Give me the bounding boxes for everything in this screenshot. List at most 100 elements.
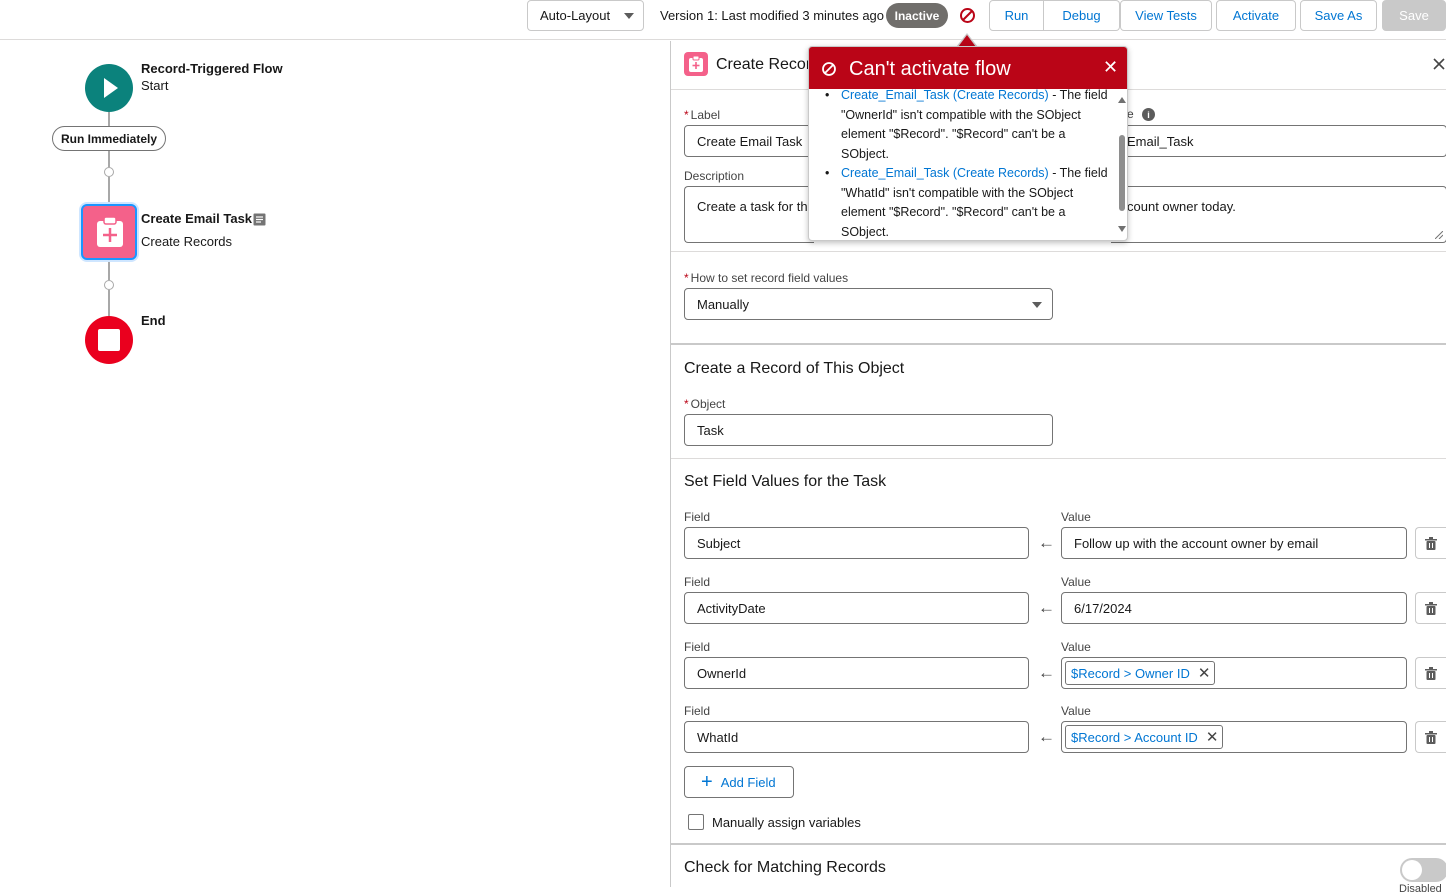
error-element-link[interactable]: Create_Email_Task (Create Records) — [841, 89, 1049, 102]
play-icon — [104, 78, 118, 98]
add-element-point[interactable] — [104, 167, 114, 177]
resource-token[interactable]: $Record > Account ID ✕ — [1065, 725, 1224, 749]
value-input[interactable]: $Record > Account ID ✕ — [1061, 721, 1407, 753]
delete-row-button[interactable] — [1415, 657, 1446, 689]
scroll-up-icon[interactable] — [1118, 97, 1126, 103]
element-node-subtitle: Create Records — [141, 234, 233, 249]
how-to-set-select[interactable]: Manually — [684, 288, 1053, 320]
left-arrow-icon: ← — [1038, 598, 1055, 617]
version-info: Version 1: Last modified 3 minutes ago — [660, 8, 885, 23]
end-node-title: End — [141, 313, 166, 328]
element-node-title: Create Email Task — [141, 211, 253, 226]
matching-section-title: Check for Matching Records — [684, 859, 886, 876]
how-to-set-label: * How to set record field values — [684, 271, 849, 285]
description-label: Description — [684, 169, 745, 183]
create-records-icon — [684, 52, 708, 76]
start-node-title: Record-Triggered Flow — [141, 61, 283, 76]
field-input[interactable]: WhatId — [684, 721, 1029, 753]
error-scrollbar[interactable] — [1115, 91, 1127, 239]
resize-grip-icon[interactable] — [1435, 231, 1443, 239]
panel-title: Create Recor — [716, 56, 812, 73]
chevron-down-icon — [1032, 302, 1042, 308]
connector-line — [108, 112, 110, 126]
chevron-down-icon — [624, 13, 634, 19]
trash-icon — [1425, 731, 1437, 744]
add-element-point[interactable] — [104, 280, 114, 290]
field-input[interactable]: Subject — [684, 527, 1029, 559]
error-popover-header: Can't activate flow ✕ — [809, 47, 1127, 89]
connector-line — [108, 177, 110, 204]
divider — [671, 251, 1446, 252]
error-icon[interactable] — [959, 7, 976, 24]
delete-row-button[interactable] — [1415, 527, 1446, 559]
value-label: Value — [1061, 575, 1091, 589]
delete-row-button[interactable] — [1415, 592, 1446, 624]
activate-button[interactable]: Activate — [1216, 0, 1296, 31]
field-input[interactable]: OwnerId — [684, 657, 1029, 689]
save-as-button[interactable]: Save As — [1300, 0, 1377, 31]
value-input[interactable]: 6/17/2024 — [1061, 592, 1407, 624]
close-icon[interactable] — [1431, 56, 1446, 72]
description-textarea-visible-right[interactable]: count owner today. — [1111, 186, 1446, 243]
value-input[interactable]: $Record > Owner ID ✕ — [1061, 657, 1407, 689]
api-name-label: e — [1127, 107, 1134, 121]
divider — [671, 458, 1446, 459]
description-textarea[interactable]: Create a task for th — [684, 186, 814, 243]
field-input[interactable]: ActivityDate — [684, 592, 1029, 624]
info-icon[interactable]: i — [1142, 108, 1155, 121]
status-badge: Inactive — [886, 3, 948, 28]
scrollbar-thumb[interactable] — [1119, 135, 1125, 211]
object-section-title: Create a Record of This Object — [684, 360, 905, 377]
resource-token-label: $Record > Account ID — [1071, 729, 1198, 745]
delete-row-button[interactable] — [1415, 721, 1446, 753]
toggle-state-label: Disabled — [1399, 883, 1442, 895]
value-input[interactable]: Follow up with the account owner by emai… — [1061, 527, 1407, 559]
layout-select[interactable]: Auto-Layout — [527, 0, 644, 31]
error-icon — [822, 62, 836, 76]
close-icon[interactable]: ✕ — [1103, 57, 1118, 78]
error-item: • Create_Email_Task (Create Records) - T… — [825, 89, 1108, 161]
close-icon[interactable]: ✕ — [1206, 728, 1219, 746]
run-debug-group: Run Debug — [989, 0, 1120, 31]
error-list: • Create_Email_Task (Create Records) - T… — [809, 89, 1115, 240]
error-element-link[interactable]: Create_Email_Task (Create Records) — [841, 166, 1049, 180]
start-node[interactable] — [85, 64, 133, 112]
save-button[interactable]: Save — [1382, 0, 1446, 31]
close-icon[interactable]: ✕ — [1198, 664, 1211, 682]
left-arrow-icon: ← — [1038, 727, 1055, 746]
debug-button[interactable]: Debug — [1044, 0, 1120, 31]
view-tests-button[interactable]: View Tests — [1120, 0, 1212, 31]
toggle-knob — [1402, 860, 1422, 880]
resource-token[interactable]: $Record > Owner ID ✕ — [1065, 661, 1216, 685]
left-arrow-icon: ← — [1038, 533, 1055, 552]
object-input[interactable]: Task — [684, 414, 1053, 446]
flow-builder-toolbar: Auto-Layout Version 1: Last modified 3 m… — [0, 0, 1446, 40]
create-records-node[interactable] — [81, 204, 137, 260]
section-divider — [671, 343, 1446, 345]
field-label: Field — [684, 575, 711, 589]
run-button[interactable]: Run — [989, 0, 1044, 31]
add-field-button[interactable]: + Add Field — [684, 766, 794, 798]
run-immediately-path[interactable]: Run Immediately — [52, 126, 166, 151]
error-item: • Create_Email_Task (Create Records) - T… — [825, 166, 1108, 239]
plus-icon: + — [701, 771, 713, 793]
manual-assign-label: Manually assign variables — [712, 815, 861, 830]
fields-section-title: Set Field Values for the Task — [684, 473, 887, 490]
api-name-input[interactable]: Email_Task — [1111, 125, 1446, 157]
matching-records-toggle[interactable] — [1400, 858, 1446, 882]
clipboard-add-icon — [97, 216, 123, 247]
error-popover: Can't activate flow ✕ • Create_Email_Tas… — [808, 46, 1128, 241]
left-arrow-icon: ← — [1038, 663, 1055, 682]
trash-icon — [1425, 602, 1437, 615]
section-divider — [671, 843, 1446, 845]
label-field-label: * Label — [684, 108, 721, 122]
trash-icon — [1425, 537, 1437, 550]
value-label: Value — [1061, 704, 1091, 718]
field-label: Field — [684, 704, 711, 718]
end-node[interactable] — [85, 316, 133, 364]
manual-assign-checkbox[interactable] — [688, 814, 704, 830]
flow-canvas[interactable]: Record-Triggered Flow Start Run Immediat… — [0, 41, 670, 887]
scroll-down-icon[interactable] — [1118, 226, 1126, 232]
label-input[interactable]: Create Email Task — [684, 125, 814, 157]
add-field-label: Add Field — [720, 774, 776, 790]
